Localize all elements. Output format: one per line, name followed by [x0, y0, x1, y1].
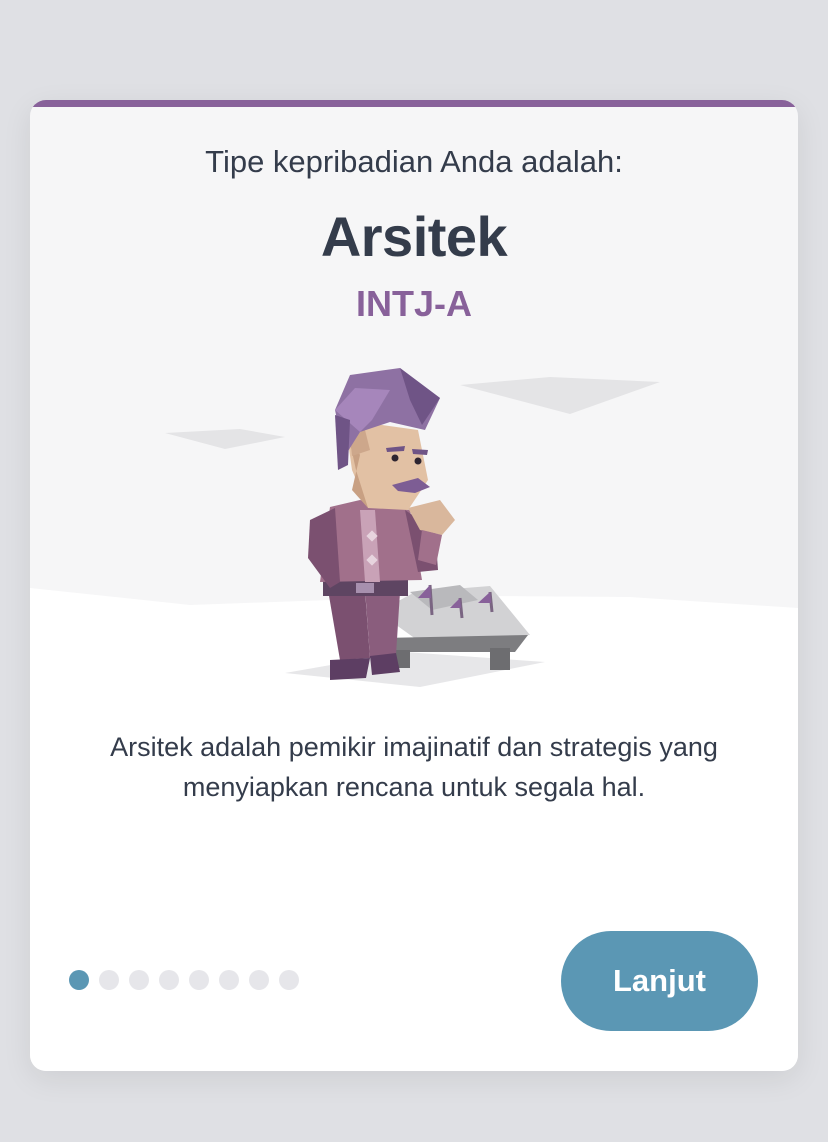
pagination-dot-6 — [219, 970, 239, 990]
personality-type-name: Arsitek — [320, 205, 508, 268]
pagination-dot-3 — [129, 970, 149, 990]
result-card: Tipe kepribadian Anda adalah: Arsitek IN… — [30, 100, 798, 1071]
pagination-dot-7 — [249, 970, 269, 990]
personality-type-code: INTJ-A — [356, 283, 472, 324]
pagination-dot-1 — [69, 970, 89, 990]
intro-text: Tipe kepribadian Anda adalah: — [205, 144, 623, 179]
pagination-dot-8 — [279, 970, 299, 990]
pagination-dot-5 — [189, 970, 209, 990]
personality-description: Arsitek adalah pemikir imajinatif dan st… — [110, 732, 718, 802]
architect-illustration — [165, 368, 660, 687]
pagination-dot-2 — [99, 970, 119, 990]
pagination-dots — [69, 970, 299, 990]
pagination-dot-4 — [159, 970, 179, 990]
next-button[interactable]: Lanjut — [561, 931, 758, 1031]
